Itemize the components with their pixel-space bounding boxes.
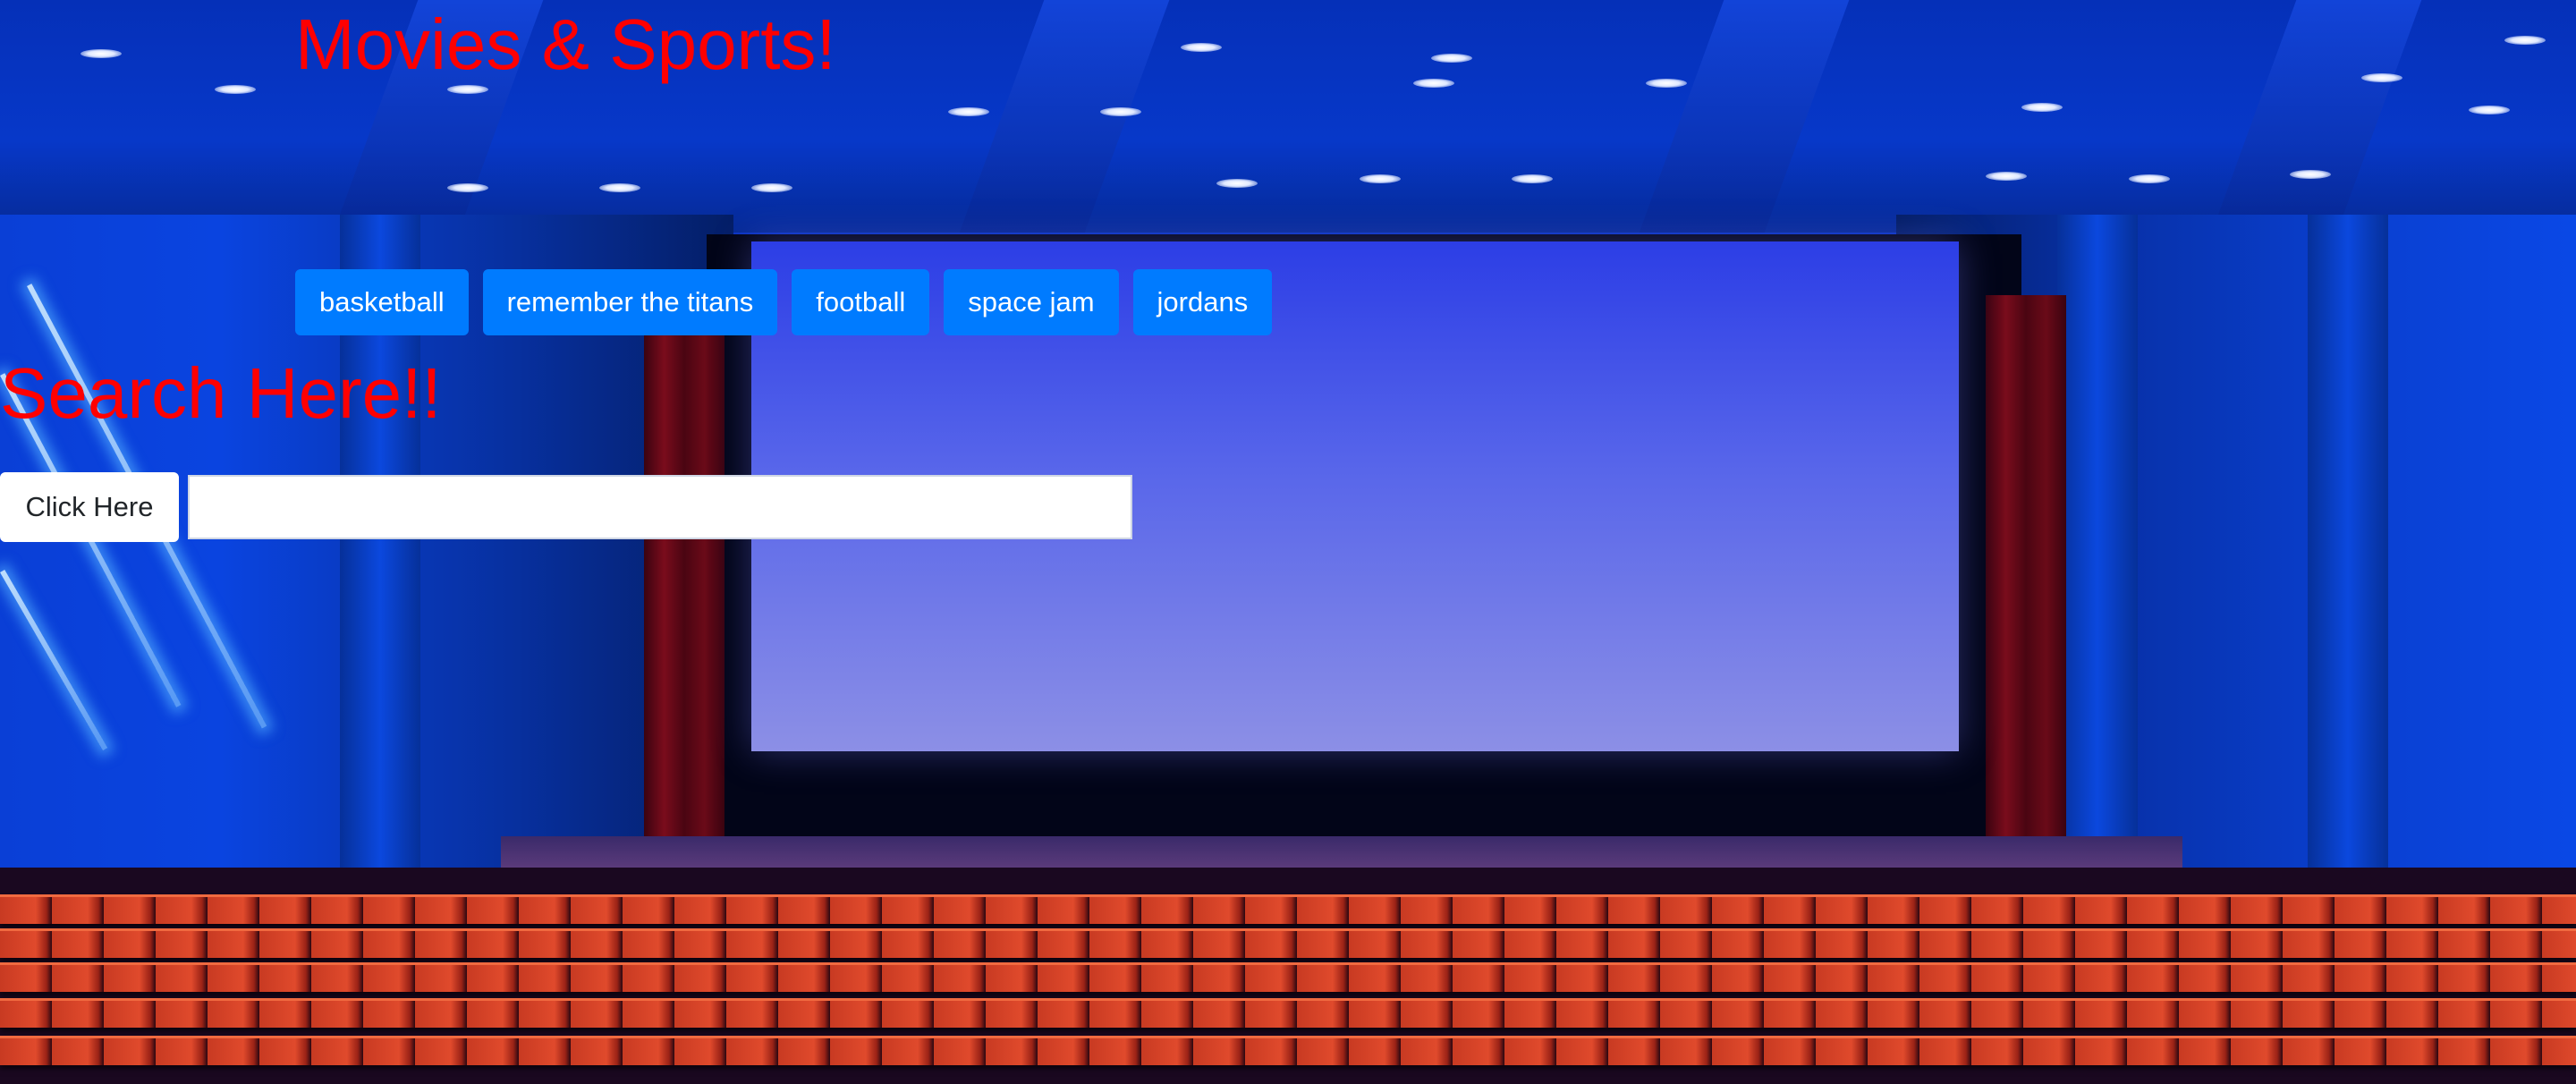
seat-row bbox=[0, 928, 2576, 958]
ceiling-light bbox=[2469, 106, 2510, 114]
search-heading: Search Here!! bbox=[0, 353, 442, 433]
topic-button-football[interactable]: football bbox=[792, 269, 930, 335]
ceiling-light bbox=[1181, 43, 1222, 52]
ceiling-light bbox=[80, 49, 122, 58]
topic-button-basketball[interactable]: basketball bbox=[295, 269, 469, 335]
ceiling-beam bbox=[2211, 0, 2422, 233]
topic-button-remember-the-titans[interactable]: remember the titans bbox=[482, 269, 778, 335]
ceiling-light bbox=[2129, 174, 2170, 183]
ceiling-light bbox=[948, 107, 989, 116]
ceiling-light bbox=[1986, 172, 2027, 181]
ceiling-light bbox=[599, 183, 640, 192]
search-row: Click Here bbox=[0, 472, 1132, 542]
ceiling-light bbox=[1646, 79, 1687, 88]
ceiling-light bbox=[751, 183, 792, 192]
ceiling-light bbox=[2021, 103, 2063, 112]
curtain-left bbox=[644, 295, 724, 868]
ceiling-beam bbox=[1639, 0, 1850, 233]
topic-button-jordans[interactable]: jordans bbox=[1132, 269, 1273, 335]
topic-button-space-jam[interactable]: space jam bbox=[944, 269, 1119, 335]
ceiling-light bbox=[2361, 73, 2402, 82]
seat-row bbox=[0, 894, 2576, 924]
search-submit-button[interactable]: Click Here bbox=[0, 472, 179, 542]
wall-pillar bbox=[2308, 215, 2388, 894]
ceiling-light bbox=[1431, 54, 1472, 63]
ceiling-light bbox=[447, 183, 488, 192]
ceiling-light bbox=[215, 85, 256, 94]
page-title: Movies & Sports! bbox=[295, 4, 836, 84]
seating-area bbox=[0, 868, 2576, 1084]
seat-row bbox=[0, 998, 2576, 1028]
ceiling-light bbox=[2290, 170, 2331, 179]
seat-row bbox=[0, 1036, 2576, 1065]
seat-row bbox=[0, 962, 2576, 992]
ceiling-light bbox=[1100, 107, 1141, 116]
ceiling-light bbox=[1512, 174, 1553, 183]
topic-button-row: basketball remember the titans football … bbox=[295, 269, 1273, 335]
ceiling-light bbox=[2504, 36, 2546, 45]
curtain-right bbox=[1986, 295, 2066, 868]
wall-pillar bbox=[2057, 215, 2138, 894]
ceiling-beam bbox=[959, 0, 1170, 233]
ceiling-light bbox=[1216, 179, 1258, 188]
movie-theater-background: Movies & Sports! basketball remember the… bbox=[0, 0, 2576, 1084]
search-input[interactable] bbox=[188, 475, 1132, 539]
ceiling-light bbox=[1360, 174, 1401, 183]
ceiling-light bbox=[1413, 79, 1454, 88]
